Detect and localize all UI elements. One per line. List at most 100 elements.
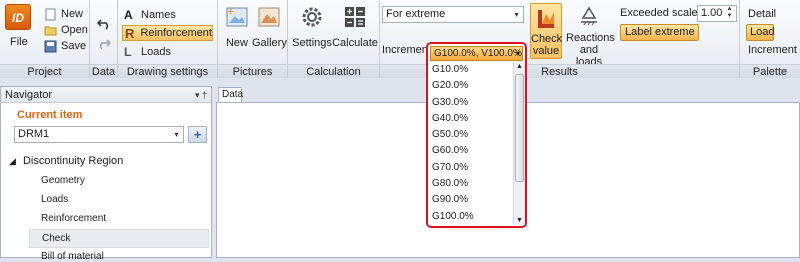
tree-item-check[interactable]: Check	[29, 229, 209, 248]
tab-data[interactable]: Data	[218, 87, 243, 102]
pin-icon[interactable]: ▾ †	[195, 87, 207, 103]
chevron-down-icon: ▾	[174, 130, 179, 139]
chevron-down-icon: ▾	[514, 10, 519, 19]
check-value-label-1: Check	[531, 33, 563, 45]
increment-option[interactable]: G50.0%	[430, 127, 514, 143]
exceeded-scale-input[interactable]: 1.00 ▲ ▼	[697, 5, 737, 22]
load-button[interactable]: Load	[746, 24, 774, 41]
open-label: Open	[61, 24, 88, 36]
data-group: Data	[90, 0, 118, 78]
navigator-title: Navigator	[5, 89, 53, 101]
open-folder-icon	[44, 26, 57, 35]
label-extreme-button[interactable]: Label extreme	[620, 24, 699, 41]
settings-button[interactable]: Settings	[292, 4, 332, 49]
calculator-icon	[345, 7, 365, 27]
tree-item-loads[interactable]: Loads	[41, 194, 68, 205]
undo-icon[interactable]	[97, 18, 111, 30]
scrollbar-thumb[interactable]	[515, 74, 524, 182]
calculate-label: Calculate	[332, 37, 378, 49]
add-item-button[interactable]: +	[188, 126, 207, 143]
spin-arrows-icon[interactable]: ▲ ▼	[723, 6, 736, 21]
redo-icon[interactable]	[97, 38, 111, 50]
detail-button[interactable]: Detail	[748, 8, 776, 20]
calculation-group-label: Calculation	[288, 64, 379, 78]
increment-option[interactable]: G70.0%	[430, 160, 514, 176]
current-item-select[interactable]: DRM1 ▾	[14, 126, 184, 143]
app-logo[interactable]: ID	[5, 4, 31, 30]
calculate-button[interactable]: Calculate	[332, 4, 378, 49]
increment-selected-value: G100.0%, V100.0%	[434, 48, 522, 59]
settings-label: Settings	[292, 37, 332, 49]
navigator-panel: Navigator ▾ † Current item DRM1 ▾ + ◢ Di…	[0, 86, 212, 262]
loads-toggle[interactable]: L Loads	[124, 44, 171, 60]
names-label: Names	[141, 9, 176, 21]
extreme-select[interactable]: For extreme ▾	[382, 6, 524, 23]
save-label: Save	[61, 40, 87, 52]
new-picture-button[interactable]: + New	[222, 4, 252, 49]
gallery-button[interactable]: Gallery	[252, 4, 287, 49]
increment-label: Increment	[382, 44, 431, 56]
increment-select[interactable]: G100.0%, V100.0% ▾	[430, 46, 523, 61]
names-toggle[interactable]: A Names	[124, 7, 176, 23]
palette-group: Detail Load Increment Palette	[740, 0, 800, 78]
new-picture-label: New	[225, 37, 248, 49]
gallery-label: Gallery	[252, 37, 287, 49]
increment-option[interactable]: G20.0%	[430, 78, 514, 94]
navigator-header: Navigator ▾ †	[1, 87, 211, 103]
tree-item-reinforcement[interactable]: Reinforcement	[41, 213, 106, 224]
increment-option[interactable]: G60.0%	[430, 143, 514, 159]
data-group-label: Data	[90, 64, 117, 78]
file-button[interactable]: File	[10, 36, 28, 48]
gear-icon	[302, 7, 322, 27]
check-value-label-2: value	[532, 45, 560, 57]
save-disk-icon	[44, 40, 57, 52]
increment-option[interactable]: G80.0%	[430, 176, 514, 192]
scroll-up-icon[interactable]: ▲	[516, 63, 523, 70]
drawing-settings-group-label: Drawing settings	[118, 64, 217, 78]
open-button[interactable]: Open	[44, 22, 88, 38]
increment-option[interactable]: G30.0%	[430, 95, 514, 111]
increment-option[interactable]: G40.0%	[430, 111, 514, 127]
calculation-group: Settings Calculate Calculation	[288, 0, 380, 78]
exceeded-scale-value: 1.00	[701, 7, 723, 19]
increment-option[interactable]: G90.0%	[430, 192, 514, 208]
reinforcement-icon: R	[125, 25, 135, 41]
scroll-down-icon[interactable]: ▼	[516, 217, 523, 224]
palette-group-label: Palette	[740, 64, 800, 78]
loads-icon: L	[124, 44, 132, 59]
new-file-icon	[45, 8, 56, 20]
pictures-group-label: Pictures	[218, 64, 287, 78]
increment-option[interactable]: G10.0%	[430, 62, 514, 78]
new-label: New	[61, 8, 84, 20]
extreme-select-value: For extreme	[386, 8, 446, 20]
project-group-label: Project	[0, 64, 89, 78]
new-picture-icon: +	[226, 7, 248, 27]
check-value-button[interactable]: Check value	[530, 3, 562, 59]
collapse-icon[interactable]: ◢	[9, 156, 16, 166]
save-button[interactable]: Save	[44, 38, 86, 54]
drawing-settings-group: A Names R Reinforcement L Loads Drawing …	[118, 0, 218, 78]
exceeded-scale-label: Exceeded scale	[620, 7, 698, 19]
increment-dropdown[interactable]: G100.0%, V100.0% ▾ G10.0% G20.0% G30.0% …	[426, 42, 527, 228]
new-button[interactable]: New	[44, 6, 83, 22]
pictures-group: + New Gallery Pictures	[218, 0, 288, 78]
reinforcement-toggle[interactable]: R Reinforcement	[122, 25, 213, 41]
loads-label: Loads	[141, 46, 171, 58]
tree-item-bill-of-material[interactable]: Bill of material	[41, 251, 104, 262]
current-item-label: Current item	[17, 109, 83, 121]
increment-options: G10.0% G20.0% G30.0% G40.0% G50.0% G60.0…	[430, 62, 514, 225]
chevron-down-icon: ▾	[515, 49, 520, 58]
plus-icon: +	[193, 127, 202, 142]
increment-option[interactable]: G100.0%	[430, 209, 514, 225]
palette-increment-button[interactable]: Increment	[748, 44, 797, 56]
reactions-icon	[581, 6, 597, 26]
check-value-icon	[538, 10, 554, 28]
reinforcement-label: Reinforcement	[140, 27, 212, 39]
dropdown-scrollbar[interactable]: ▲ ▼	[513, 62, 525, 225]
reactions-loads-button[interactable]: Reactions and loads	[566, 3, 615, 68]
gallery-icon	[258, 7, 280, 27]
tree-item-geometry[interactable]: Geometry	[41, 175, 85, 186]
ribbon: ID File New Open Save Project Data A Nam…	[0, 0, 800, 78]
tree-root[interactable]: ◢ Discontinuity Region	[9, 155, 123, 167]
current-item-value: DRM1	[18, 128, 50, 140]
